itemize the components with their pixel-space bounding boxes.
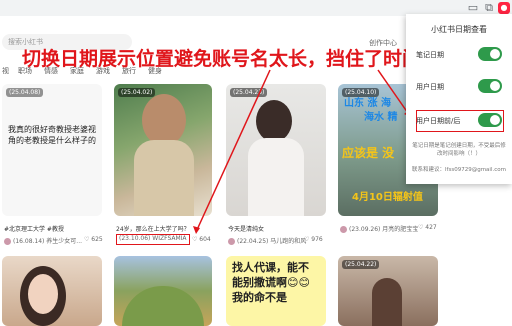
note-card[interactable]: (25.04.08) 我真的很好奇教授老婆视角的老教授是什么样子的 bbox=[2, 84, 102, 216]
note-date-badge: (25.04.22) bbox=[342, 260, 380, 269]
note-card[interactable]: (25.04.22) bbox=[338, 256, 438, 326]
portrait-face bbox=[28, 274, 58, 314]
portrait-body bbox=[248, 138, 304, 216]
user-date-position-toggle[interactable] bbox=[478, 113, 502, 127]
toggle-knob bbox=[490, 81, 500, 91]
popup-note: 笔记日期是笔记创建日期，不受最后修改时间影响（！） bbox=[412, 143, 506, 157]
tree-shape bbox=[122, 286, 204, 326]
like-count[interactable]: ♡ 625 bbox=[84, 236, 103, 243]
like-count[interactable]: ♡ 427 bbox=[418, 224, 437, 231]
note-card[interactable]: (25.04.02) bbox=[114, 84, 212, 216]
note-title: 今天是清纯女 bbox=[228, 226, 265, 233]
popup-title: 小红书日期查看 bbox=[431, 25, 487, 34]
portrait-shape bbox=[372, 278, 402, 326]
note-author[interactable]: (16.08.14) 养生少女可... bbox=[4, 236, 82, 245]
avatar bbox=[340, 226, 347, 233]
note-author[interactable]: (22.04.25) 马儿跑的和风 bbox=[228, 236, 306, 245]
like-count[interactable]: ♡ 976 bbox=[304, 236, 323, 243]
like-count[interactable]: ♡ 604 bbox=[192, 236, 211, 243]
note-author-highlighted[interactable]: (23.10.06) WIZFSAMIA bbox=[116, 234, 190, 245]
toggle-knob bbox=[490, 49, 500, 59]
note-title: #北京理工大学 #教授 bbox=[4, 226, 64, 233]
note-card[interactable]: (25.04.23) bbox=[226, 84, 326, 216]
note-date-badge: (25.04.08) bbox=[6, 88, 44, 97]
toggle-label: 用户日期前/后 bbox=[416, 117, 461, 125]
toggle-label: 用户日期 bbox=[416, 83, 444, 91]
portrait-hair bbox=[256, 100, 292, 142]
user-date-toggle[interactable] bbox=[478, 79, 502, 93]
avatar bbox=[4, 238, 11, 245]
note-date-toggle[interactable] bbox=[478, 47, 502, 61]
portrait-body bbox=[134, 140, 194, 216]
xiaohongshu-extension-icon[interactable]: ● bbox=[498, 2, 510, 14]
category-item[interactable]: 视 bbox=[2, 66, 9, 76]
extension-popup: 小红书日期查看 笔记日期 用户日期 用户日期前/后 笔记日期是笔记创建日期，不受… bbox=[406, 14, 512, 184]
cover-caption: 应该是 没 bbox=[342, 146, 395, 160]
extensions-icon[interactable]: ⧉ bbox=[482, 1, 496, 15]
note-cover-text: 找人代课，能不能别撒谎啊😊😊 我的命不是 bbox=[232, 261, 310, 304]
toggle-row-user-date-position: 用户日期前/后 bbox=[412, 110, 506, 132]
toggle-knob bbox=[490, 115, 500, 125]
avatar bbox=[228, 238, 235, 245]
toggle-row-user-date: 用户日期 bbox=[412, 76, 506, 98]
note-card[interactable] bbox=[2, 256, 102, 326]
cover-caption: 4月10日辐射值 bbox=[352, 192, 423, 203]
note-title: 24岁，那么在上大学了吗？ bbox=[116, 226, 190, 233]
note-author[interactable]: (23.09.26) 月亮的肥宝宝 bbox=[340, 224, 418, 233]
annotation-headline: 切换日期展示位置避免账号名太长，挡住了时间 bbox=[22, 48, 422, 70]
annotation-arrowhead bbox=[193, 226, 200, 234]
cover-caption: 山东 涨 海 bbox=[344, 98, 391, 109]
toggle-label: 笔记日期 bbox=[416, 51, 444, 59]
note-card[interactable] bbox=[114, 256, 212, 326]
contact-info: 联系和建议：lfss09729@gmail.com bbox=[412, 167, 506, 173]
cast-icon[interactable]: ▭ bbox=[466, 1, 480, 15]
toggle-row-note-date: 笔记日期 bbox=[412, 44, 506, 66]
note-card[interactable]: 找人代课，能不能别撒谎啊😊😊 我的命不是 bbox=[226, 256, 326, 326]
portrait-face bbox=[142, 94, 186, 146]
note-cover-text: 我真的很好奇教授老婆视角的老教授是什么样子的 bbox=[8, 125, 96, 145]
note-date-badge: (25.04.23) bbox=[230, 88, 268, 97]
cover-caption: 海水 精 bbox=[364, 112, 398, 123]
note-date-badge: (25.04.02) bbox=[118, 88, 156, 97]
